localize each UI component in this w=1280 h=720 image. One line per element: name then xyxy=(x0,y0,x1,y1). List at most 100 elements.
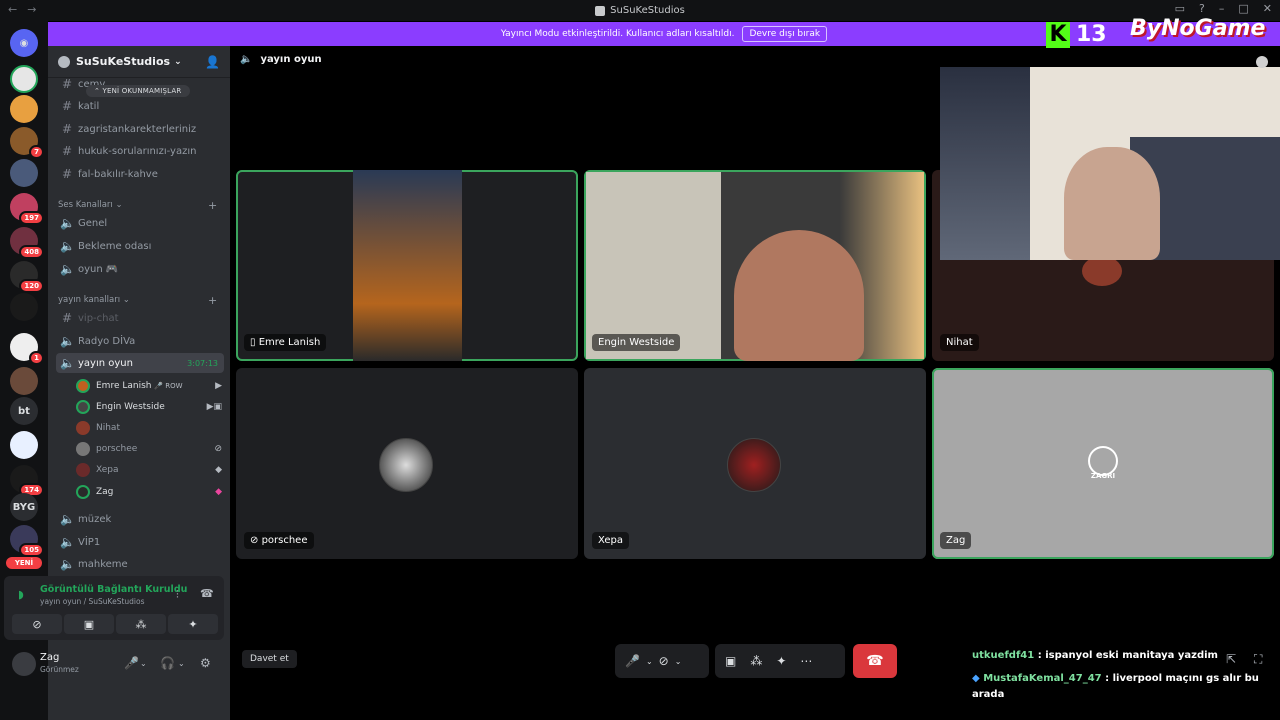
new-servers-badge[interactable]: YENİ xyxy=(6,557,42,569)
channel-radyo[interactable]: 🔈 Radyo DİVa xyxy=(56,331,224,351)
help-icon[interactable]: ? xyxy=(1199,2,1205,15)
tile-name-text: porschee xyxy=(261,535,308,546)
server-icon[interactable] xyxy=(10,95,38,123)
channel-label: VİP1 xyxy=(78,536,101,548)
server-icon[interactable]: 1 xyxy=(10,333,44,365)
channel-yayin-oyun[interactable]: 🔈 yayın oyun 3:07:13 xyxy=(56,353,224,373)
mic-icon[interactable]: 🎤 xyxy=(124,656,139,670)
channel-label: katil xyxy=(78,100,100,112)
video-tile[interactable]: Engin Westside xyxy=(584,170,926,361)
fullscreen-icon[interactable]: ⛶ xyxy=(1254,652,1262,667)
close-icon[interactable]: ✕ xyxy=(1263,2,1272,15)
more-icon[interactable]: ⋯ xyxy=(800,654,812,668)
disconnect-call-button[interactable]: ☎ xyxy=(853,644,897,678)
channel-bekleme[interactable]: 🔈 Bekleme odası xyxy=(56,236,224,256)
server-susukestudios[interactable] xyxy=(10,65,38,93)
voice-member[interactable]: Zag ◆ xyxy=(76,482,224,502)
server-icon[interactable] xyxy=(10,367,38,395)
minimize-icon[interactable]: – xyxy=(1219,2,1225,15)
channel-genel[interactable]: 🔈 Genel xyxy=(56,213,224,233)
voice-location[interactable]: yayın oyun / SuSuKeStudios xyxy=(40,597,145,606)
inbox-icon[interactable]: ▭ xyxy=(1175,2,1185,15)
voice-member[interactable]: Nihat xyxy=(76,418,224,438)
avatar xyxy=(76,400,90,414)
server-icon[interactable] xyxy=(10,431,38,459)
soundboard-button[interactable]: ✦ xyxy=(168,614,218,634)
camera-toggle-button[interactable]: ⊘ xyxy=(12,614,62,634)
server-byg[interactable]: BYG xyxy=(10,493,38,521)
channel-vip1[interactable]: 🔈 VİP1 xyxy=(56,532,224,552)
settings-gear-icon[interactable]: ⚙ xyxy=(200,656,211,670)
voice-member[interactable]: porschee ⊘ xyxy=(76,439,224,459)
add-channel-icon[interactable]: + xyxy=(208,199,217,212)
screen-share-icon[interactable]: ▣ xyxy=(725,654,736,668)
voice-member[interactable]: Xepa ◆ xyxy=(76,460,224,480)
discord-home-icon[interactable]: ◉ xyxy=(10,29,38,57)
server-folder[interactable]: 197 xyxy=(10,193,44,225)
video-tile[interactable]: Xepa xyxy=(584,368,926,559)
avatar xyxy=(379,438,433,492)
voice-category[interactable]: Ses Kanalları ⌄ + xyxy=(58,199,228,212)
voice-status[interactable]: Görüntülü Bağlantı Kuruldu xyxy=(40,584,187,595)
voice-member[interactable]: Engin Westside ▶▣ xyxy=(76,397,224,417)
streamer-person xyxy=(1064,147,1160,260)
activities-icon[interactable]: ⁂ xyxy=(750,654,762,668)
chevron-down-icon[interactable]: ⌄ xyxy=(140,659,147,668)
headphones-icon[interactable]: 🎧 xyxy=(160,656,175,670)
video-tile[interactable]: ▯ Emre Lanish xyxy=(236,170,578,361)
chevron-down-icon[interactable]: ⌄ xyxy=(178,659,185,668)
invite-button[interactable]: Davet et xyxy=(242,650,297,668)
server-folder[interactable]: 408 xyxy=(10,227,44,259)
hashtag-icon: # xyxy=(61,77,73,91)
server-label: bt xyxy=(18,405,30,417)
mic-icon[interactable]: 🎤 xyxy=(625,654,640,668)
add-channel-icon[interactable]: + xyxy=(208,294,217,307)
speaker-icon: 🔈 xyxy=(60,535,75,549)
app-root: ← → SuSuKeStudios ▭ ? – □ ✕ Yayıncı Modu… xyxy=(0,0,1280,720)
chevron-down-icon[interactable]: ⌄ xyxy=(646,657,653,666)
server-icon[interactable]: 174 xyxy=(10,465,44,497)
channel-fal[interactable]: # fal-bakılır-kahve xyxy=(56,164,224,184)
server-icon[interactable]: 120 xyxy=(10,261,44,293)
call-controls: ▣ ⁂ ✦ ⋯ xyxy=(715,644,845,678)
invite-people-icon[interactable]: 👤 xyxy=(205,55,220,69)
server-icon[interactable] xyxy=(10,159,38,187)
forward-icon[interactable]: → xyxy=(27,3,36,16)
disconnect-icon[interactable]: ☎ xyxy=(200,587,214,600)
camera-off-icon[interactable]: ⊘ xyxy=(659,654,669,668)
tile-name: Zag xyxy=(940,532,972,549)
voice-member[interactable]: Emre Lanish 🎤 ROW ▶ xyxy=(76,376,224,396)
window-title: SuSuKeStudios xyxy=(595,5,685,16)
avatar xyxy=(1082,256,1122,286)
nav-buttons: ← → xyxy=(8,3,36,16)
maximize-icon[interactable]: □ xyxy=(1238,2,1248,15)
server-icon[interactable] xyxy=(10,293,38,321)
video-tile[interactable]: ⊘ porschee xyxy=(236,368,578,559)
member-name: Zag xyxy=(96,487,114,497)
server-bt[interactable]: bt xyxy=(10,397,38,425)
screen-share-button[interactable]: ▣ xyxy=(64,614,114,634)
camera-icon: ▶▣ xyxy=(206,402,222,412)
channel-hukuk[interactable]: # hukuk-sorularınızı-yazın xyxy=(56,141,224,161)
channel-vip-chat[interactable]: # vip-chat xyxy=(56,308,224,328)
soundboard-icon[interactable]: ✦ xyxy=(776,654,786,668)
activities-button[interactable]: ⁂ xyxy=(116,614,166,634)
channel-mahkeme[interactable]: 🔈 mahkeme xyxy=(56,554,224,574)
channel-zagristan[interactable]: # zagristankarekterleriniz xyxy=(56,119,224,139)
chevron-down-icon[interactable]: ⌄ xyxy=(675,657,682,666)
channel-label: hukuk-sorularınızı-yazın xyxy=(78,145,197,157)
speaker-icon: 🔈 xyxy=(60,262,75,276)
video-tile[interactable]: ZAGRI Zag xyxy=(932,368,1274,559)
stream-category[interactable]: yayın kanalları ⌄ + xyxy=(58,294,228,307)
server-icon[interactable]: 7 xyxy=(10,127,44,159)
disable-streamer-mode-button[interactable]: Devre dışı bırak xyxy=(742,26,828,42)
server-icon[interactable]: 105 xyxy=(10,525,44,557)
channel-oyun[interactable]: 🔈 oyun 🎮 xyxy=(56,259,224,279)
popout-icon[interactable]: ⇱ xyxy=(1226,652,1236,666)
channel-katil[interactable]: # katil xyxy=(56,96,224,116)
back-icon[interactable]: ← xyxy=(8,3,17,16)
noise-suppression-icon[interactable]: ⫶ xyxy=(176,588,179,602)
call-timer: 3:07:13 xyxy=(187,358,218,368)
avatar[interactable] xyxy=(12,652,36,676)
channel-muzek[interactable]: 🔈 müzek xyxy=(56,509,224,529)
